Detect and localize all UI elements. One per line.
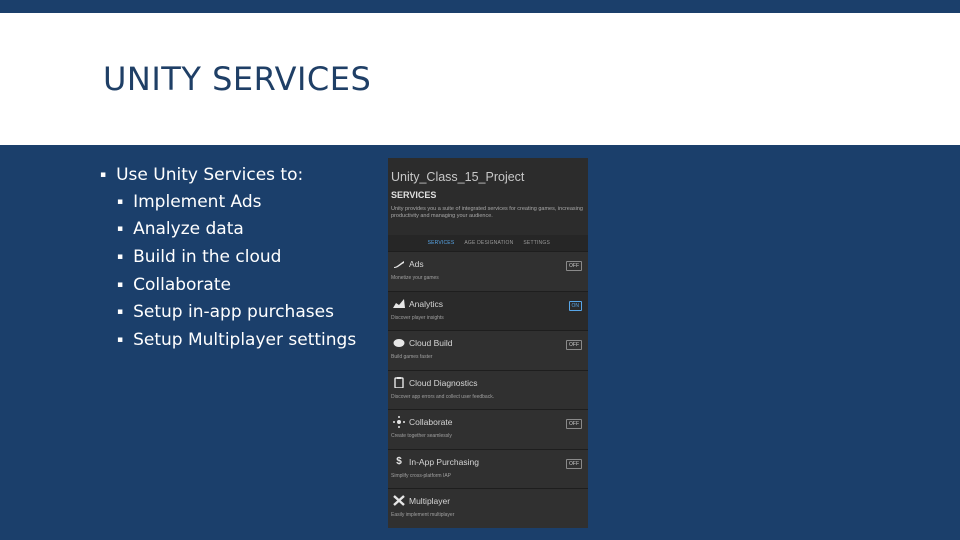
bullet-list: ▪ Use Unity Services to: ▪ Implement Ads…	[100, 162, 356, 354]
sub-bullet-text: Analyze data	[133, 219, 244, 240]
sub-bullet-text: Build in the cloud	[133, 246, 282, 267]
sub-bullet-text: Collaborate	[133, 274, 231, 295]
slide-title: UNITY SERVICES	[103, 60, 372, 98]
service-desc: Easily implement multiplayer	[391, 512, 455, 518]
sub-bullet-text: Implement Ads	[133, 191, 262, 212]
service-name: Ads	[409, 259, 424, 269]
bullet-main: ▪ Use Unity Services to:	[100, 162, 356, 188]
bullet-dot-icon: ▪	[100, 170, 107, 180]
bullet-dot-icon: ▪	[117, 251, 124, 262]
bullet-dot-icon: ▪	[117, 196, 124, 207]
tab-services[interactable]: SERVICES	[428, 240, 455, 246]
service-name: Cloud Build	[409, 338, 453, 348]
unity-services-panel: Unity_Class_15_Project SERVICES Unity pr…	[388, 158, 588, 528]
service-row-cloud-diagnostics[interactable]: Cloud Diagnostics Discover app errors an…	[388, 369, 588, 409]
service-toggle[interactable]: OFF	[566, 261, 582, 271]
service-name: Collaborate	[409, 417, 453, 427]
service-toggle[interactable]: OFF	[566, 340, 582, 350]
service-row-in-app-purchasing[interactable]: $ In-App Purchasing Simplify cross-platf…	[388, 448, 588, 488]
service-toggle[interactable]: ON	[568, 300, 582, 311]
bullet-main-text: Use Unity Services to:	[116, 165, 304, 185]
sub-bullet-item: ▪ Build in the cloud	[117, 243, 356, 271]
sub-bullet-item: ▪ Setup in-app purchases	[117, 298, 356, 326]
clipboard-icon	[393, 376, 405, 388]
tab-age-designation[interactable]: AGE DESIGNATION	[464, 240, 513, 246]
top-stripe	[0, 0, 960, 13]
service-desc: Monetize your games	[391, 275, 439, 281]
sub-bullet-item: ▪ Analyze data	[117, 216, 356, 244]
bullet-dot-icon: ▪	[117, 224, 124, 235]
service-row-multiplayer[interactable]: Multiplayer Easily implement multiplayer	[388, 488, 588, 528]
sub-bullet-item: ▪ Setup Multiplayer settings	[117, 326, 356, 354]
service-toggle[interactable]: OFF	[566, 458, 582, 469]
bullet-dot-icon: ▪	[117, 334, 124, 345]
service-desc: Discover app errors and collect user fee…	[391, 393, 495, 400]
dollar-icon: $	[396, 455, 402, 467]
service-row-collaborate[interactable]: Collaborate Create together seamlessly O…	[388, 409, 588, 449]
multiplayer-icon	[393, 495, 405, 506]
services-heading: SERVICES	[391, 190, 437, 200]
sub-bullet-item: ▪ Collaborate	[117, 271, 356, 299]
ads-icon	[393, 258, 405, 269]
service-desc: Create together seamlessly	[391, 433, 452, 439]
project-name: Unity_Class_15_Project	[391, 170, 525, 184]
service-name: Multiplayer	[409, 496, 451, 506]
service-name: Cloud Diagnostics	[409, 377, 478, 388]
service-row-cloud-build[interactable]: Cloud Build Build games faster OFF	[388, 330, 588, 370]
sub-bullet-text: Setup in-app purchases	[133, 302, 334, 323]
bullet-dot-icon: ▪	[117, 279, 124, 290]
service-name: In-App Purchasing	[409, 456, 479, 467]
service-row-analytics[interactable]: Analytics Discover player insights ON	[388, 290, 588, 330]
service-desc: Build games faster	[391, 354, 433, 360]
collaborate-icon	[393, 415, 405, 428]
cloud-build-icon	[393, 337, 405, 348]
service-row-ads[interactable]: Ads Monetize your games OFF	[388, 251, 588, 291]
sub-bullet-item: ▪ Implement Ads	[117, 188, 356, 216]
sub-bullet-list: ▪ Implement Ads ▪ Analyze data ▪ Build i…	[117, 188, 356, 354]
analytics-icon	[393, 298, 405, 309]
tab-settings[interactable]: SETTINGS	[523, 240, 550, 246]
bullet-dot-icon: ▪	[117, 307, 124, 318]
service-desc: Discover player insights	[391, 314, 444, 321]
service-toggle[interactable]: OFF	[566, 419, 582, 429]
services-description: Unity provides you a suite of integrated…	[391, 206, 583, 219]
panel-tab-bar: SERVICES AGE DESIGNATION SETTINGS	[388, 235, 588, 251]
service-desc: Simplify cross-platform IAP	[391, 472, 452, 479]
sub-bullet-text: Setup Multiplayer settings	[133, 329, 357, 350]
service-name: Analytics	[409, 298, 444, 309]
